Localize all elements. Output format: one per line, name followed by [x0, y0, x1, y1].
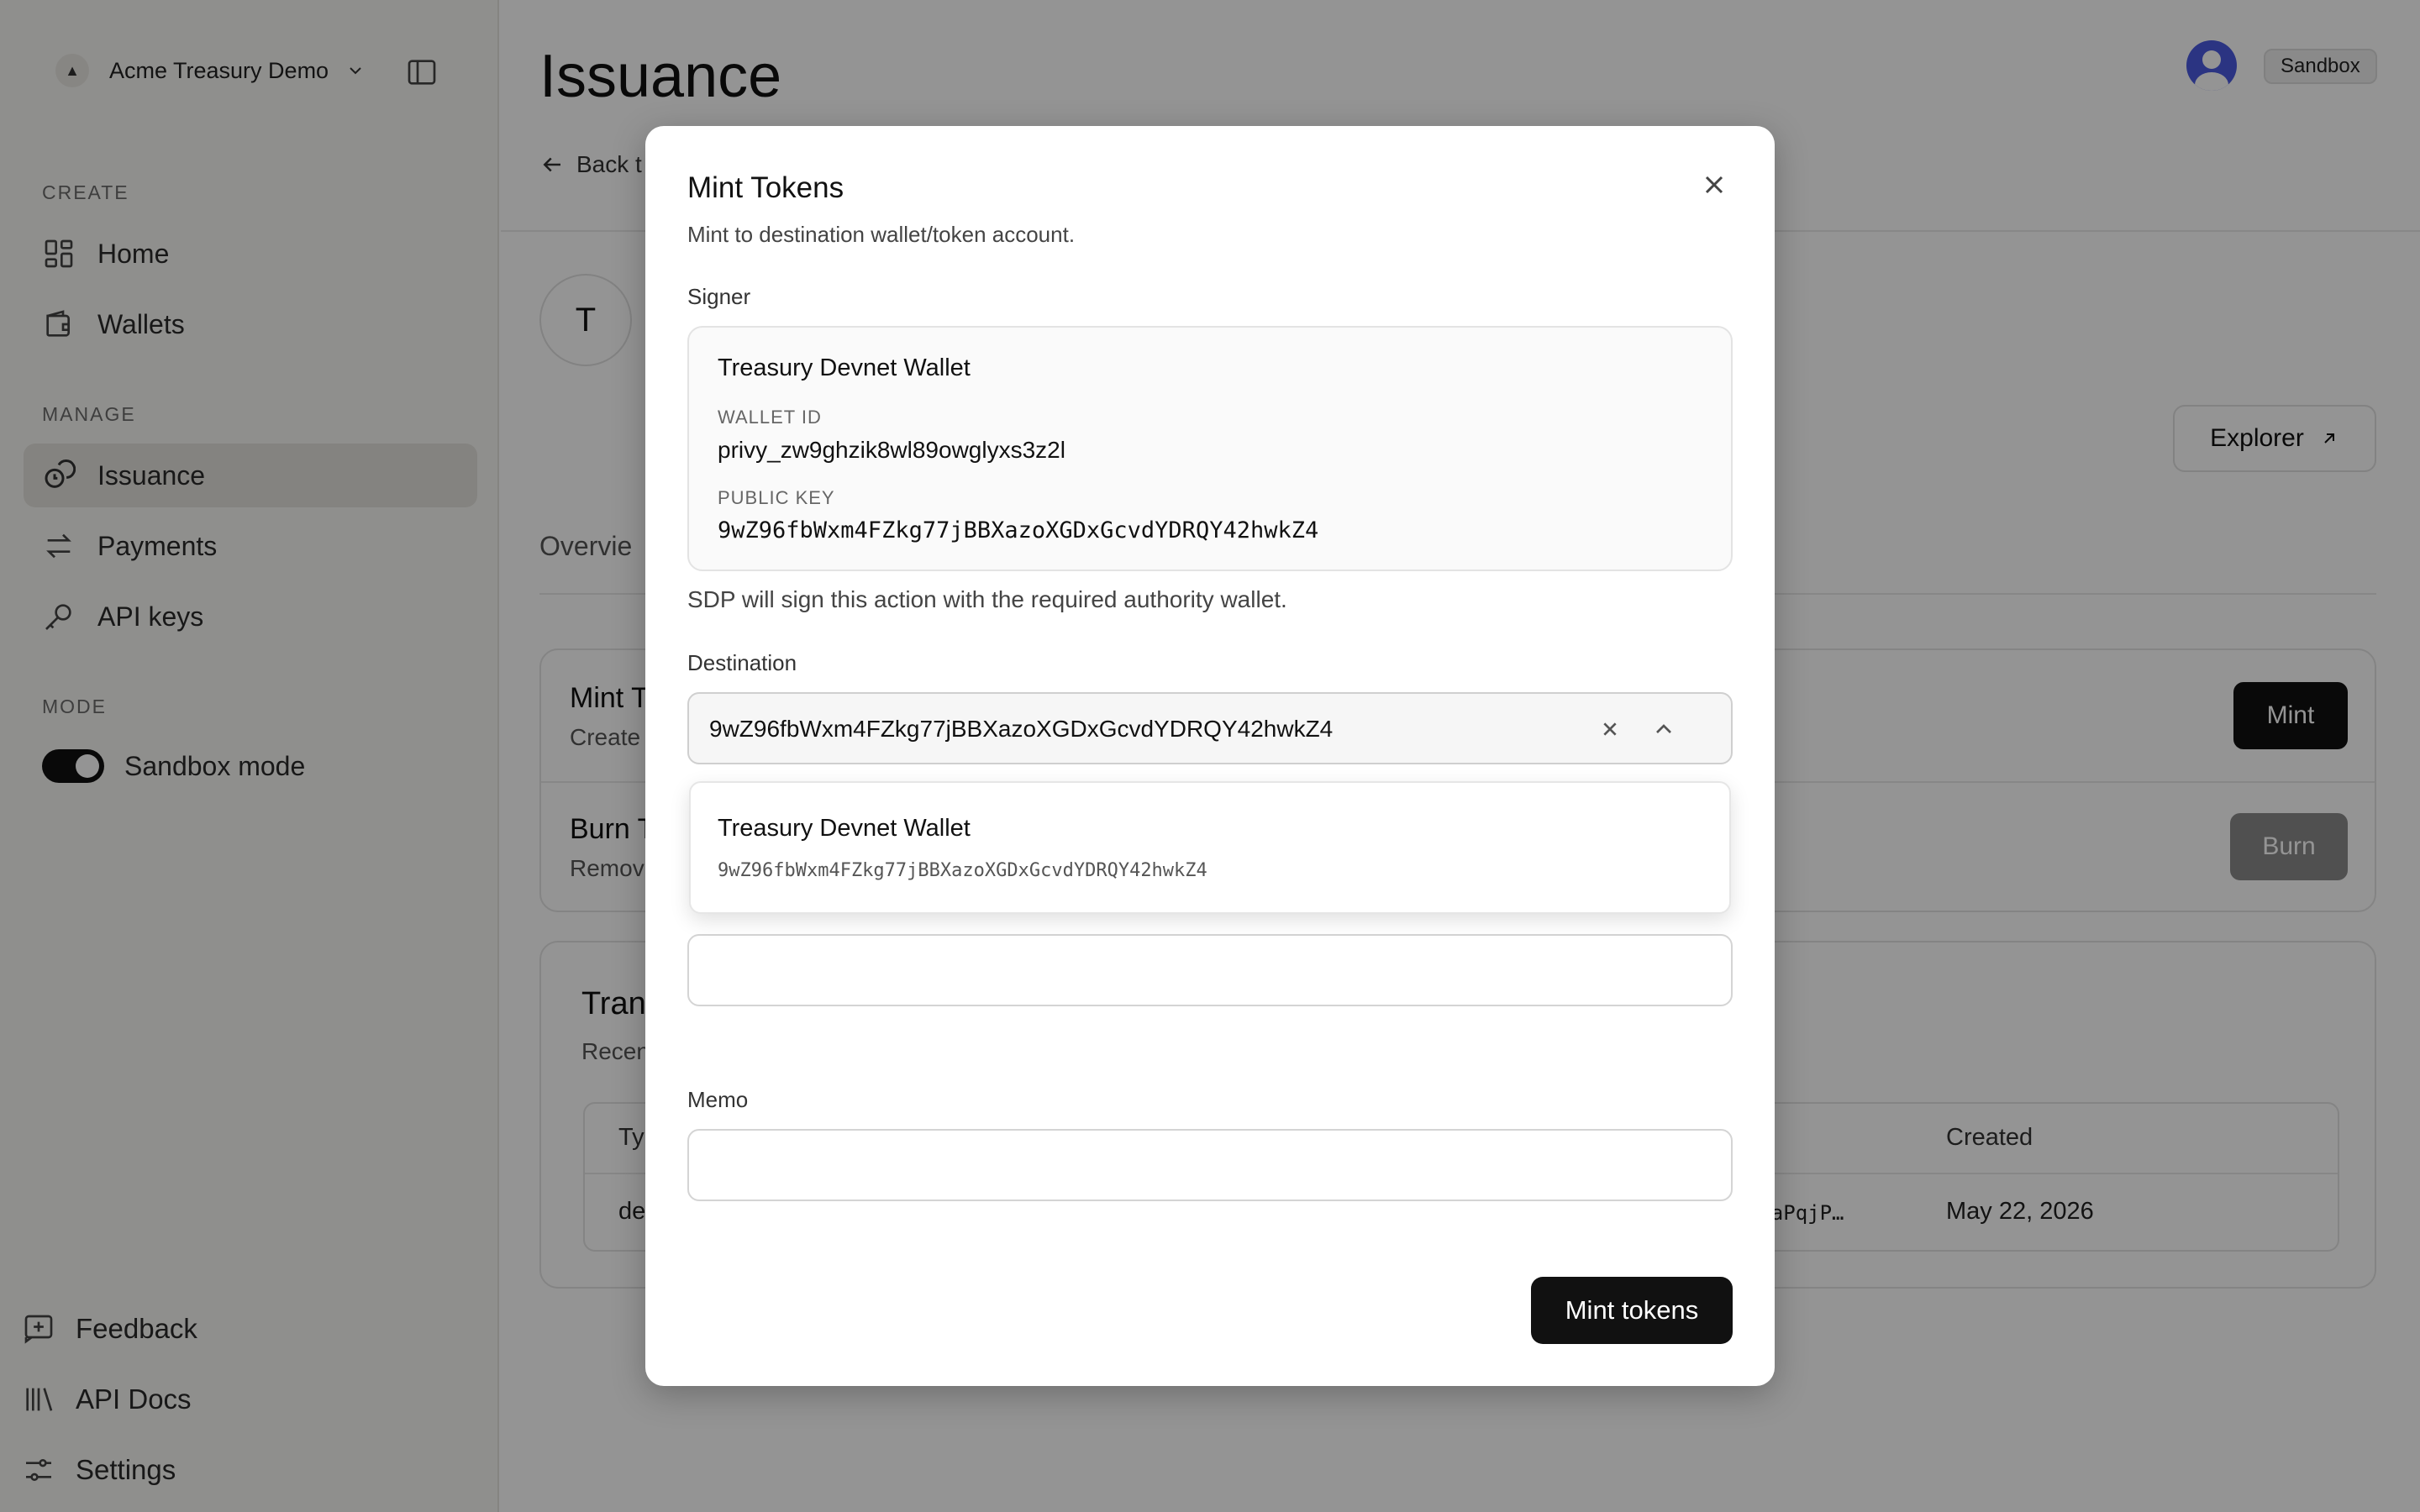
dropdown-option[interactable]: Treasury Devnet Wallet 9wZ96fbWxm4FZkg77…	[691, 783, 1729, 912]
destination-combobox[interactable]: 9wZ96fbWxm4FZkg77jBBXazoXGDxGcvdYDRQY42h…	[687, 692, 1733, 764]
destination-label: Destination	[687, 650, 797, 675]
wallet-id-label: WALLET ID	[718, 407, 822, 428]
amount-input[interactable]	[687, 934, 1733, 1006]
mint-tokens-button[interactable]: Mint tokens	[1531, 1277, 1733, 1344]
memo-input[interactable]	[687, 1129, 1733, 1201]
wallet-id-value: privy_zw9ghzik8wl89owglyxs3z2l	[718, 437, 1065, 463]
destination-value: 9wZ96fbWxm4FZkg77jBBXazoXGDxGcvdYDRQY42h…	[709, 716, 1334, 742]
signer-wallet-name: Treasury Devnet Wallet	[718, 354, 971, 381]
dialog-description: Mint to destination wallet/token account…	[687, 222, 1076, 247]
signer-card: Treasury Devnet Wallet WALLET ID privy_z…	[687, 326, 1733, 571]
clear-icon[interactable]	[1597, 716, 1623, 743]
mint-tokens-dialog: Mint Tokens Mint to destination wallet/t…	[645, 126, 1775, 1386]
dialog-title: Mint Tokens	[687, 171, 844, 204]
public-key-value: 9wZ96fbWxm4FZkg77jBBXazoXGDxGcvdYDRQY42h…	[718, 517, 1319, 543]
option-wallet-address: 9wZ96fbWxm4FZkg77jBBXazoXGDxGcvdYDRQY42h…	[718, 860, 1207, 881]
chevron-up-icon[interactable]	[1650, 716, 1677, 743]
destination-dropdown: Treasury Devnet Wallet 9wZ96fbWxm4FZkg77…	[689, 781, 1731, 914]
memo-label: Memo	[687, 1087, 749, 1112]
option-wallet-name: Treasury Devnet Wallet	[718, 815, 971, 842]
public-key-label: PUBLIC KEY	[718, 487, 835, 508]
close-icon[interactable]	[1699, 170, 1729, 200]
signer-note: SDP will sign this action with the requi…	[687, 586, 1287, 612]
signer-label: Signer	[687, 284, 751, 309]
